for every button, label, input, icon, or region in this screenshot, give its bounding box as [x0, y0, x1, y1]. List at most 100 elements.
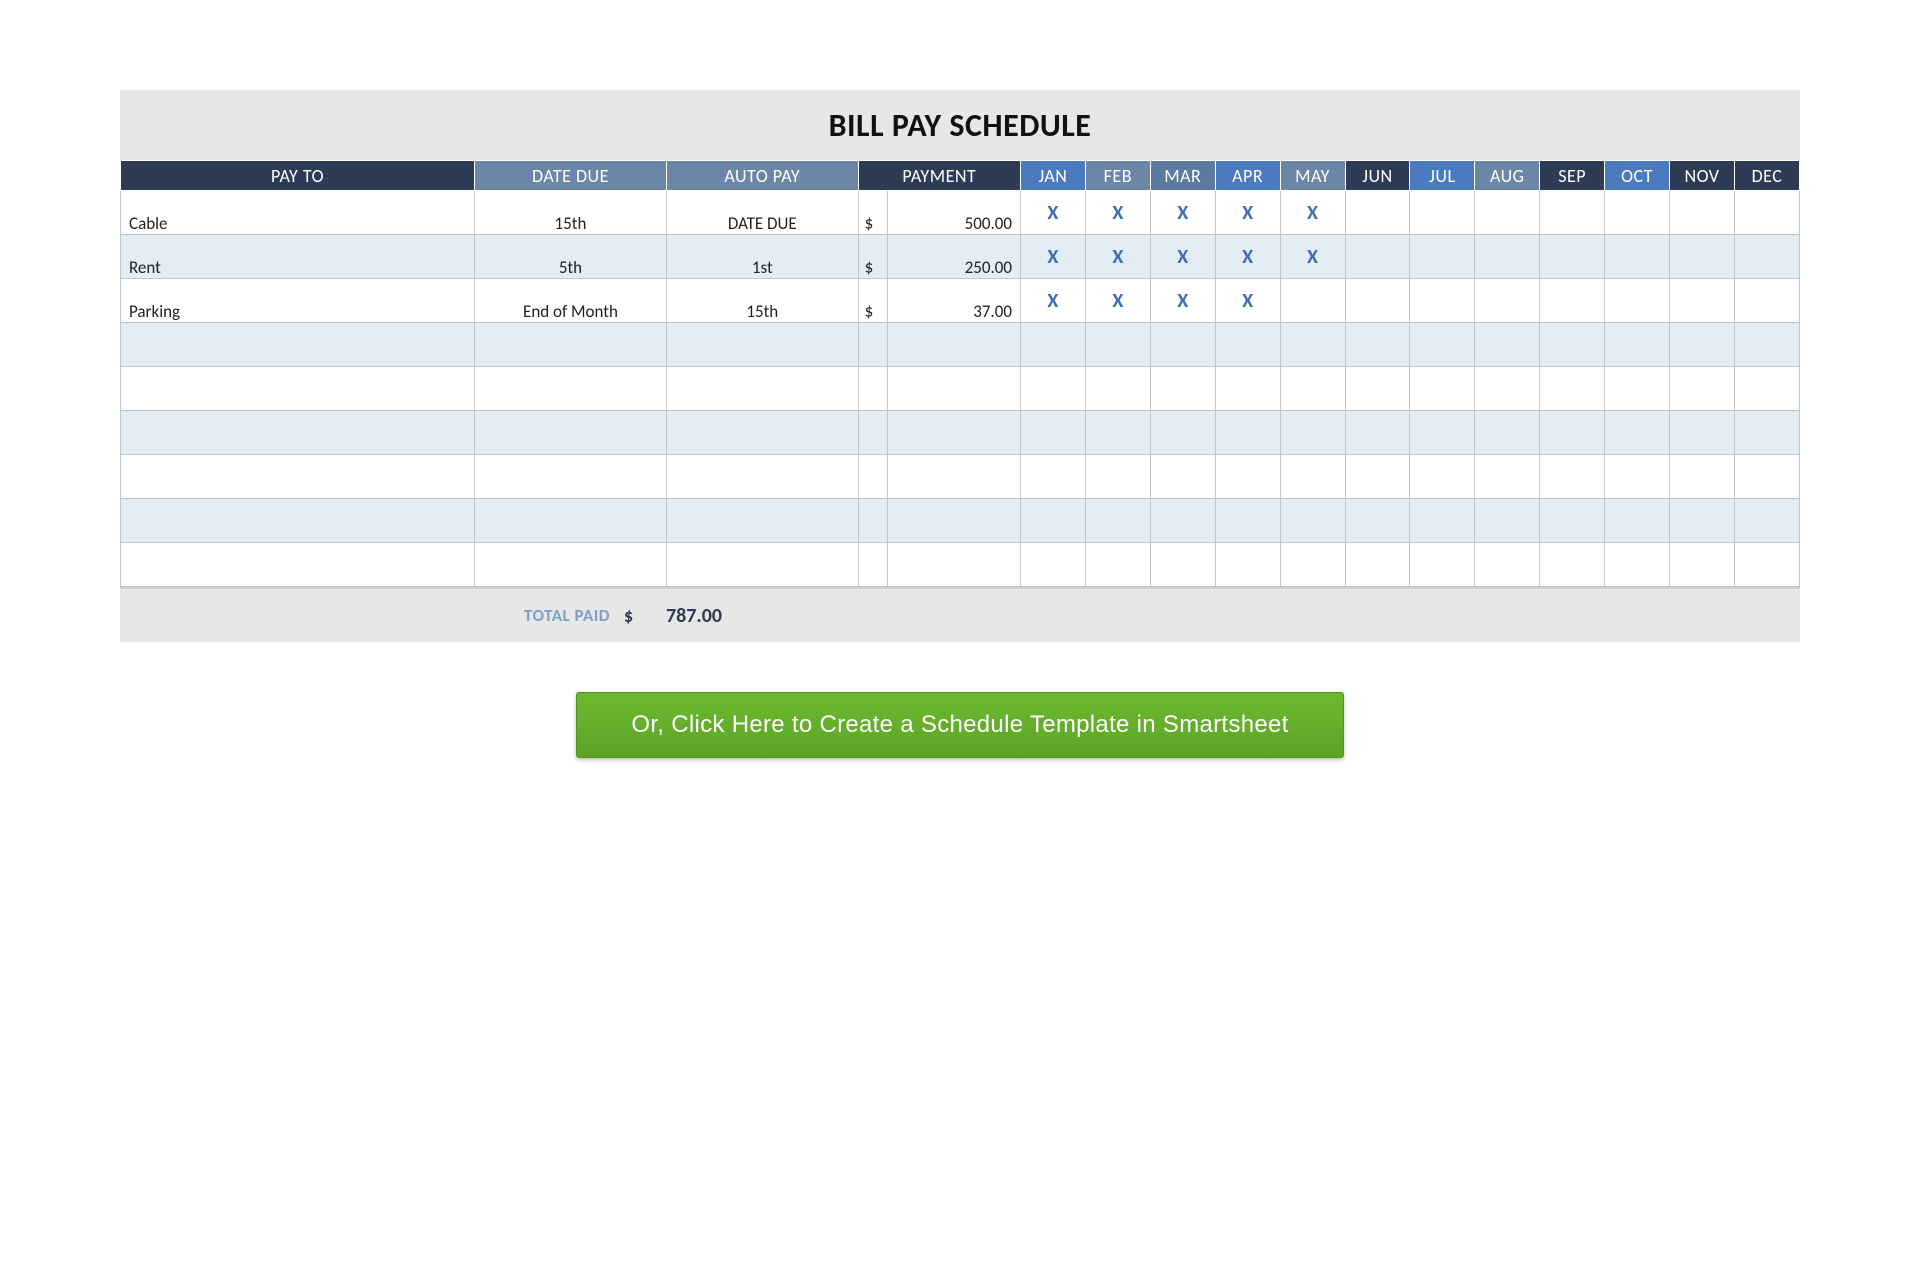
- cell-month-mark[interactable]: [1020, 367, 1085, 411]
- cell-month-mark[interactable]: X: [1085, 235, 1150, 279]
- cell-currency[interactable]: [858, 367, 888, 411]
- cell-month-mark[interactable]: [1280, 455, 1345, 499]
- cell-currency[interactable]: [858, 499, 888, 543]
- cell-amount[interactable]: [888, 543, 1021, 587]
- cell-month-mark[interactable]: [1540, 455, 1605, 499]
- cell-month-mark[interactable]: [1605, 411, 1670, 455]
- cell-month-mark[interactable]: [1605, 543, 1670, 587]
- cell-amount[interactable]: [888, 411, 1021, 455]
- cell-month-mark[interactable]: [1475, 279, 1540, 323]
- cell-month-mark[interactable]: [1085, 323, 1150, 367]
- cell-payto[interactable]: [121, 411, 475, 455]
- cell-month-mark[interactable]: [1410, 323, 1475, 367]
- cell-month-mark[interactable]: [1670, 543, 1735, 587]
- cell-month-mark[interactable]: [1345, 367, 1410, 411]
- cell-month-mark[interactable]: [1020, 499, 1085, 543]
- cell-month-mark[interactable]: [1410, 411, 1475, 455]
- cell-month-mark[interactable]: X: [1020, 279, 1085, 323]
- cell-amount[interactable]: 250.00: [888, 235, 1021, 279]
- cell-payto[interactable]: Parking: [121, 279, 475, 323]
- cell-payto[interactable]: Rent: [121, 235, 475, 279]
- cell-currency[interactable]: $: [858, 279, 888, 323]
- cell-month-mark[interactable]: [1020, 543, 1085, 587]
- cell-month-mark[interactable]: [1475, 367, 1540, 411]
- cell-payto[interactable]: [121, 323, 475, 367]
- cell-month-mark[interactable]: [1410, 499, 1475, 543]
- cell-month-mark[interactable]: [1215, 367, 1280, 411]
- cell-month-mark[interactable]: [1150, 499, 1215, 543]
- cell-due[interactable]: End of Month: [475, 279, 667, 323]
- cell-due[interactable]: [475, 499, 667, 543]
- cell-month-mark[interactable]: [1020, 455, 1085, 499]
- cell-month-mark[interactable]: [1085, 543, 1150, 587]
- cell-month-mark[interactable]: [1345, 191, 1410, 235]
- cell-amount[interactable]: [888, 323, 1021, 367]
- cell-due[interactable]: 5th: [475, 235, 667, 279]
- cell-month-mark[interactable]: [1734, 499, 1799, 543]
- cell-month-mark[interactable]: [1345, 499, 1410, 543]
- cell-month-mark[interactable]: [1475, 455, 1540, 499]
- cell-month-mark[interactable]: [1345, 455, 1410, 499]
- cell-month-mark[interactable]: [1540, 235, 1605, 279]
- cell-due[interactable]: [475, 411, 667, 455]
- cell-month-mark[interactable]: [1670, 191, 1735, 235]
- cell-month-mark[interactable]: [1734, 543, 1799, 587]
- cell-auto[interactable]: [666, 367, 858, 411]
- cell-month-mark[interactable]: [1605, 455, 1670, 499]
- cell-amount[interactable]: [888, 455, 1021, 499]
- cell-month-mark[interactable]: [1410, 279, 1475, 323]
- cell-month-mark[interactable]: [1670, 499, 1735, 543]
- cell-month-mark[interactable]: [1475, 411, 1540, 455]
- cell-month-mark[interactable]: [1605, 323, 1670, 367]
- cell-month-mark[interactable]: [1670, 455, 1735, 499]
- cell-month-mark[interactable]: [1150, 543, 1215, 587]
- cell-month-mark[interactable]: [1605, 499, 1670, 543]
- cell-month-mark[interactable]: [1345, 543, 1410, 587]
- cell-amount[interactable]: [888, 499, 1021, 543]
- cell-month-mark[interactable]: X: [1150, 279, 1215, 323]
- cell-month-mark[interactable]: [1475, 499, 1540, 543]
- cell-month-mark[interactable]: [1540, 191, 1605, 235]
- cell-currency[interactable]: [858, 543, 888, 587]
- cell-month-mark[interactable]: [1670, 235, 1735, 279]
- cell-currency[interactable]: [858, 455, 888, 499]
- cell-month-mark[interactable]: [1605, 367, 1670, 411]
- cell-due[interactable]: 15th: [475, 191, 667, 235]
- cell-month-mark[interactable]: [1540, 279, 1605, 323]
- cell-auto[interactable]: 15th: [666, 279, 858, 323]
- cell-payto[interactable]: Cable: [121, 191, 475, 235]
- cell-month-mark[interactable]: X: [1020, 235, 1085, 279]
- cell-month-mark[interactable]: [1540, 543, 1605, 587]
- cell-month-mark[interactable]: [1605, 279, 1670, 323]
- cell-month-mark[interactable]: [1280, 367, 1345, 411]
- cell-month-mark[interactable]: [1345, 323, 1410, 367]
- cell-month-mark[interactable]: [1215, 543, 1280, 587]
- cell-month-mark[interactable]: [1410, 543, 1475, 587]
- cell-month-mark[interactable]: [1475, 543, 1540, 587]
- cell-month-mark[interactable]: [1280, 279, 1345, 323]
- cell-auto[interactable]: [666, 323, 858, 367]
- cell-month-mark[interactable]: [1280, 543, 1345, 587]
- cell-month-mark[interactable]: X: [1150, 191, 1215, 235]
- cell-month-mark[interactable]: [1150, 367, 1215, 411]
- cell-month-mark[interactable]: [1670, 279, 1735, 323]
- cell-currency[interactable]: [858, 411, 888, 455]
- cell-month-mark[interactable]: [1540, 367, 1605, 411]
- cell-month-mark[interactable]: [1734, 323, 1799, 367]
- cell-auto[interactable]: [666, 543, 858, 587]
- cell-month-mark[interactable]: [1345, 279, 1410, 323]
- cell-month-mark[interactable]: X: [1280, 235, 1345, 279]
- cell-currency[interactable]: $: [858, 191, 888, 235]
- cell-month-mark[interactable]: [1215, 323, 1280, 367]
- cell-month-mark[interactable]: [1410, 455, 1475, 499]
- cell-month-mark[interactable]: [1670, 323, 1735, 367]
- cell-month-mark[interactable]: [1540, 411, 1605, 455]
- cell-month-mark[interactable]: [1540, 323, 1605, 367]
- cell-amount[interactable]: 37.00: [888, 279, 1021, 323]
- cell-month-mark[interactable]: [1670, 367, 1735, 411]
- cell-due[interactable]: [475, 455, 667, 499]
- cell-month-mark[interactable]: [1734, 411, 1799, 455]
- cell-month-mark[interactable]: [1215, 455, 1280, 499]
- cell-month-mark[interactable]: [1215, 411, 1280, 455]
- cell-month-mark[interactable]: [1345, 235, 1410, 279]
